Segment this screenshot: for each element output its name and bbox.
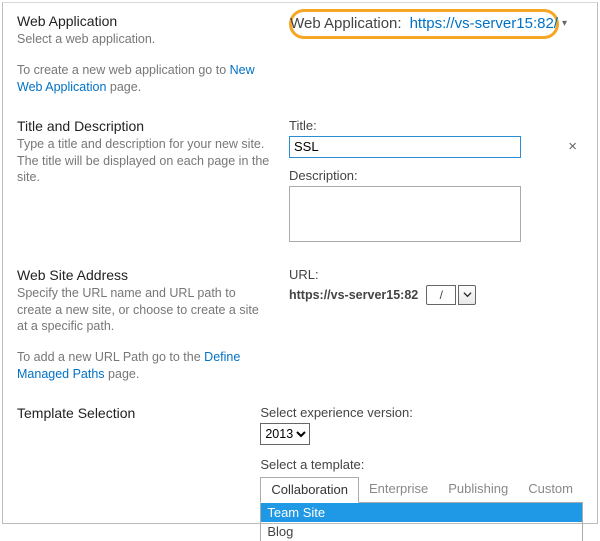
- section-title-template: Template Selection: [17, 405, 242, 421]
- title-field-label: Title:: [289, 118, 583, 133]
- web-application-picker-label: Web Application:: [290, 15, 401, 32]
- clear-icon[interactable]: ×: [568, 138, 577, 155]
- web-application-picker-value: https://vs-server15:82/: [410, 15, 558, 32]
- webapp-help-text: To create a new web application go to Ne…: [17, 62, 271, 96]
- tab-publishing[interactable]: Publishing: [438, 477, 518, 503]
- web-application-picker[interactable]: Web Application: https://vs-server15:82/…: [290, 15, 567, 32]
- description-field-label: Description:: [289, 168, 583, 183]
- url-path-value: /: [426, 285, 456, 305]
- chevron-down-icon: ▾: [562, 18, 567, 29]
- experience-version-select[interactable]: 2013: [260, 423, 310, 445]
- section-desc-titledesc: Type a title and description for your ne…: [17, 136, 271, 187]
- chevron-down-icon: [463, 290, 472, 299]
- address-help-text: To add a new URL Path go to the Define M…: [17, 349, 271, 383]
- tab-collaboration[interactable]: Collaboration: [260, 477, 359, 503]
- template-item[interactable]: Team Site: [261, 503, 582, 522]
- section-desc-webapp: Select a web application.: [17, 31, 271, 48]
- section-title-address: Web Site Address: [17, 267, 271, 283]
- section-title-titledesc: Title and Description: [17, 118, 271, 134]
- title-input[interactable]: [289, 136, 521, 158]
- url-path-dropdown-button[interactable]: [458, 285, 476, 305]
- section-desc-address: Specify the URL name and URL path to cre…: [17, 285, 271, 336]
- url-base-text: https://vs-server15:82: [289, 288, 418, 302]
- section-title-webapp: Web Application: [17, 13, 271, 29]
- experience-version-label: Select experience version:: [260, 405, 583, 420]
- address-help-prefix: To add a new URL Path go to the: [17, 350, 204, 364]
- web-application-picker-link[interactable]: https://vs-server15:82/ ▾: [410, 15, 567, 32]
- webapp-help-prefix: To create a new web application go to: [17, 63, 230, 77]
- address-help-suffix: page.: [105, 367, 140, 381]
- template-item[interactable]: Blog: [261, 522, 582, 541]
- url-field-label: URL:: [289, 267, 583, 282]
- select-template-label: Select a template:: [260, 457, 583, 472]
- tab-custom[interactable]: Custom: [518, 477, 583, 503]
- tab-enterprise[interactable]: Enterprise: [359, 477, 438, 503]
- description-input[interactable]: [289, 186, 521, 242]
- webapp-help-suffix: page.: [106, 80, 141, 94]
